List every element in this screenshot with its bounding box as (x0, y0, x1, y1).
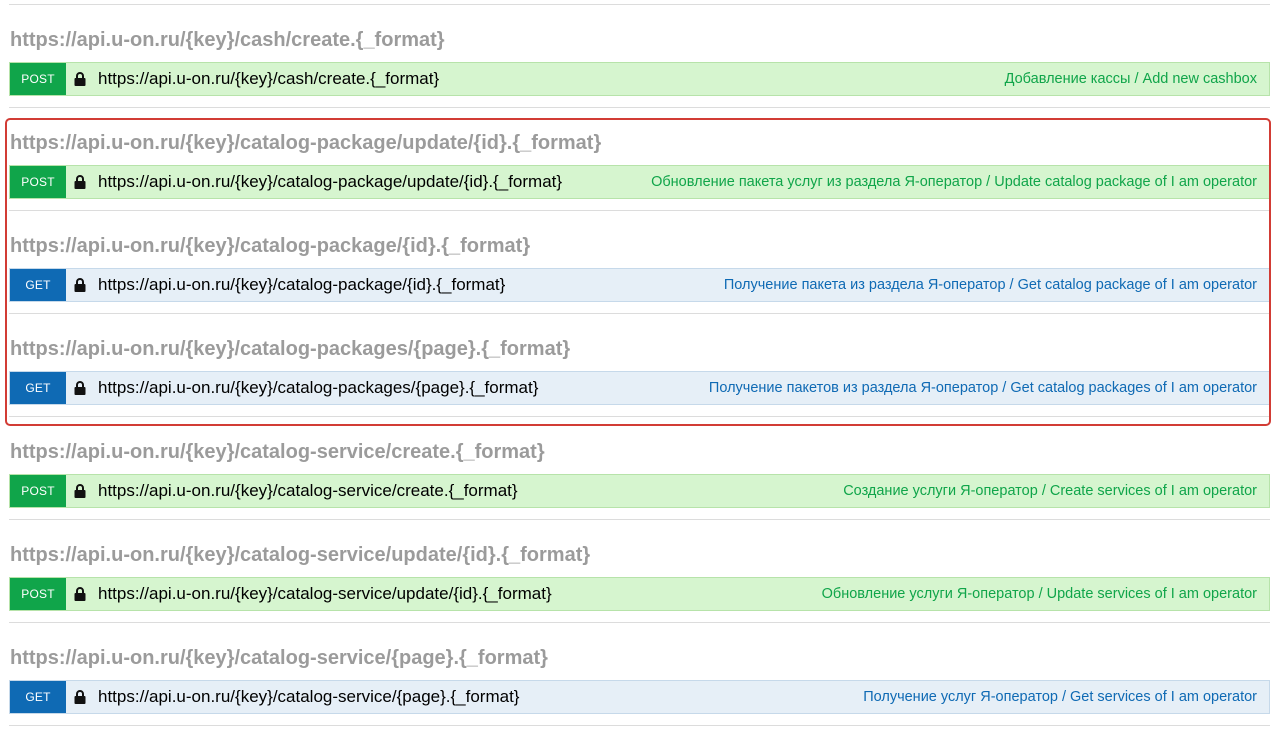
endpoint-description[interactable]: Создание услуги Я-оператор / Create serv… (843, 483, 1269, 499)
divider (9, 4, 1270, 5)
lock-icon (74, 586, 88, 602)
endpoint-bar[interactable]: GET https://api.u-on.ru/{key}/catalog-pa… (9, 268, 1270, 302)
endpoint-description[interactable]: Получение пакета из раздела Я-оператор /… (724, 277, 1269, 293)
method-badge[interactable]: POST (10, 475, 66, 507)
endpoint-heading[interactable]: https://api.u-on.ru/{key}/cash/create.{_… (10, 28, 445, 52)
api-endpoint-list: https://api.u-on.ru/{key}/cash/create.{_… (0, 0, 1280, 744)
endpoint-heading[interactable]: https://api.u-on.ru/{key}/catalog-packag… (10, 337, 570, 361)
method-badge[interactable]: GET (10, 681, 66, 713)
endpoint-path-link[interactable]: https://api.u-on.ru/{key}/catalog-servic… (98, 481, 518, 501)
endpoint-bar[interactable]: POST https://api.u-on.ru/{key}/catalog-s… (9, 577, 1270, 611)
lock-icon (74, 689, 88, 705)
divider (9, 519, 1270, 520)
lock-icon (74, 71, 88, 87)
divider (9, 107, 1270, 108)
divider (9, 210, 1270, 211)
endpoint-path-link[interactable]: https://api.u-on.ru/{key}/cash/create.{_… (98, 69, 439, 89)
lock-icon (74, 380, 88, 396)
lock-icon (74, 174, 88, 190)
method-badge[interactable]: POST (10, 166, 66, 198)
endpoint-heading[interactable]: https://api.u-on.ru/{key}/catalog-servic… (10, 646, 548, 670)
divider (9, 622, 1270, 623)
divider (9, 416, 1270, 417)
endpoint-description[interactable]: Получение услуг Я-оператор / Get service… (863, 689, 1269, 705)
lock-icon (74, 277, 88, 293)
endpoint-description[interactable]: Добавление кассы / Add new cashbox (1005, 71, 1269, 87)
endpoint-description[interactable]: Получение пакетов из раздела Я-оператор … (709, 380, 1269, 396)
endpoint-bar[interactable]: POST https://api.u-on.ru/{key}/cash/crea… (9, 62, 1270, 96)
endpoint-heading[interactable]: https://api.u-on.ru/{key}/catalog-packag… (10, 131, 601, 155)
endpoint-bar[interactable]: GET https://api.u-on.ru/{key}/catalog-se… (9, 680, 1270, 714)
endpoint-description[interactable]: Обновление пакета услуг из раздела Я-опе… (651, 174, 1269, 190)
method-badge[interactable]: POST (10, 578, 66, 610)
divider (9, 313, 1270, 314)
endpoint-path-link[interactable]: https://api.u-on.ru/{key}/catalog-packag… (98, 275, 505, 295)
endpoint-bar[interactable]: POST https://api.u-on.ru/{key}/catalog-p… (9, 165, 1270, 199)
endpoint-path-link[interactable]: https://api.u-on.ru/{key}/catalog-servic… (98, 584, 552, 604)
endpoint-heading[interactable]: https://api.u-on.ru/{key}/catalog-packag… (10, 234, 530, 258)
method-badge[interactable]: POST (10, 63, 66, 95)
method-badge[interactable]: GET (10, 269, 66, 301)
endpoint-bar[interactable]: GET https://api.u-on.ru/{key}/catalog-pa… (9, 371, 1270, 405)
endpoint-heading[interactable]: https://api.u-on.ru/{key}/catalog-servic… (10, 543, 590, 567)
method-badge[interactable]: GET (10, 372, 66, 404)
endpoint-path-link[interactable]: https://api.u-on.ru/{key}/catalog-packag… (98, 172, 562, 192)
divider (9, 725, 1270, 726)
endpoint-bar[interactable]: POST https://api.u-on.ru/{key}/catalog-s… (9, 474, 1270, 508)
endpoint-heading[interactable]: https://api.u-on.ru/{key}/catalog-servic… (10, 440, 545, 464)
endpoint-path-link[interactable]: https://api.u-on.ru/{key}/catalog-packag… (98, 378, 538, 398)
endpoint-path-link[interactable]: https://api.u-on.ru/{key}/catalog-servic… (98, 687, 520, 707)
endpoint-description[interactable]: Обновление услуги Я-оператор / Update se… (822, 586, 1269, 602)
lock-icon (74, 483, 88, 499)
